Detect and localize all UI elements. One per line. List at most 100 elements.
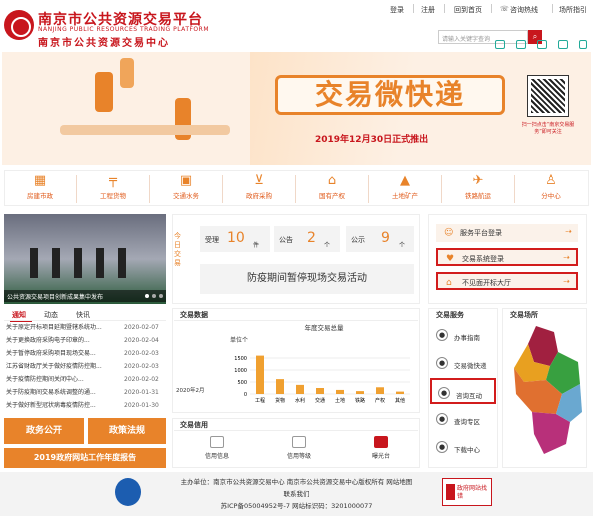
chat-icon: ● [438,387,450,399]
nav-login[interactable]: 登录 [390,5,404,15]
category-divider [295,175,296,203]
credit-info-link[interactable]: 信用信息 [190,436,244,460]
category-4[interactable]: ⊻ 政府采购 [227,172,291,205]
link-label: 服务平台登录 [460,229,502,237]
news-item[interactable]: 关于更换政府采购电子印章的... 2020-02-04 [6,336,168,346]
slide-caption[interactable]: 公共资源交易项目创新成果集中发布 [4,290,166,302]
news-date: 2020-02-02 [124,376,159,383]
nav-divider [552,4,553,13]
expand-icon[interactable] [516,40,526,49]
gov-site-error-badge[interactable]: 政府网站找错 [442,478,492,506]
slide-dot[interactable] [159,294,163,298]
stat-notice[interactable]: 公告 2 个 [274,226,340,252]
tab-notice[interactable]: 通知 [12,310,26,320]
chart-bar[interactable] [396,391,404,394]
chart-bar[interactable] [296,384,304,394]
chart-x-tick: 其他 [395,397,405,404]
crane-icon: ╤ [109,173,117,188]
nav-register[interactable]: 注册 [421,5,435,15]
chart-y-tick: 1500 [234,356,247,362]
category-5[interactable]: ⌂ 国有产权 [300,172,364,205]
news-item[interactable]: 关于做好新型冠状病毒疫情防控... 2020-01-30 [6,401,168,411]
category-6[interactable]: ▲ 土地矿产 [373,172,437,205]
stat-accepted[interactable]: 受理 10 件 [200,226,270,252]
places-heading: 交易场所 [510,311,538,319]
share-icon[interactable] [579,40,587,49]
banner-illustration-person [120,58,134,88]
nav-venue-guide[interactable]: 场所指引 [559,5,587,15]
link-label: 不见面开标大厅 [462,279,511,287]
category-divider [76,175,77,203]
service-download[interactable]: ● 下载中心 [430,434,496,460]
epidemic-notice[interactable]: 防疫期间暂停现场交易活动 [200,264,414,294]
qrcode-icon[interactable] [537,40,547,49]
news-item[interactable]: 江苏省财政厅关于做好疫情防控期... 2020-02-03 [6,362,168,372]
nav-hotline[interactable]: 咨询热线 [510,5,538,15]
chart-bar[interactable] [256,355,264,394]
app-icon[interactable] [558,40,568,49]
tab-news[interactable]: 动态 [44,310,58,320]
chart-bar[interactable] [336,389,344,394]
service-chat[interactable]: ● 咨询互动 [430,378,496,404]
chart-bar[interactable] [376,387,384,394]
banner-qr-text: 扫一扫点击“南京交易服务”即可关注 [521,122,575,135]
footer-icp: 苏ICP备05004952号-7 网站标识码：3201000077 [220,502,373,510]
category-3[interactable]: ▣ 交通水务 [154,172,218,205]
news-item[interactable]: 关于暂停政府采购项目现场交易... 2020-02-03 [6,349,168,359]
chart-bar[interactable] [356,391,364,394]
chart-bar[interactable] [276,379,284,394]
remote-bid-hall-button[interactable]: ⌂ 不见面开标大厅 ⇢ [436,272,578,290]
credit-level-link[interactable]: 信用等级 [272,436,326,460]
category-8[interactable]: ♙ 分中心 [519,172,583,205]
news-date: 2020-02-03 [124,350,159,357]
slide-dot[interactable] [152,294,156,298]
nanjing-map[interactable] [506,322,584,462]
today-trade-label: 今日交易 [174,232,181,267]
exposure-link[interactable]: 曝光台 [354,436,408,460]
news-item[interactable]: 关于防疫期间交易系统调整的通... 2020-01-31 [6,388,168,398]
policy-button[interactable]: 政策法规 [88,418,166,444]
service-guide[interactable]: ● 办事指南 [430,322,496,348]
news-item[interactable]: 关于原定开标项目延期暨辖系统功... 2020-02-07 [6,323,168,333]
chart-y-tick: 500 [237,380,247,386]
category-divider [368,175,369,203]
chart-x-tick: 货物 [275,397,285,404]
tab-flash[interactable]: 快讯 [76,310,90,320]
site-logo[interactable] [4,10,34,40]
news-item[interactable]: 关于疫情防控期间关闭中心... 2020-02-02 [6,375,168,385]
stat-unit: 个 [324,242,331,249]
search-input[interactable]: 请输入关键字查询 [438,30,528,44]
credit-heading: 交易信用 [180,421,208,429]
news-date: 2020-01-30 [124,402,159,409]
news-title: 关于原定开标项目延期暨辖系统功... [6,324,102,331]
service-platform-login-button[interactable]: ☺ 服务平台登录 ⇢ [436,224,578,242]
weibo-icon[interactable] [495,40,505,49]
news-date: 2020-02-03 [124,363,159,370]
category-2[interactable]: ╤ 工程货物 [81,172,145,205]
service-query[interactable]: ● 查询专区 [430,406,496,432]
mountain-icon: ▲ [400,173,410,188]
category-7[interactable]: ✈ 铁路航运 [446,172,510,205]
badge-label: 政府网站找错 [457,485,488,500]
download-icon: ● [436,441,448,453]
banner-illustration-person [95,72,113,112]
stat-label: 公告 [279,236,293,244]
service-express[interactable]: ● 交易微快递 [430,350,496,376]
stat-publicity[interactable]: 公示 9 个 [346,226,414,252]
footer-contact[interactable]: 联系我们 [0,488,593,498]
trade-system-login-button[interactable]: ♥ 交易系统登录 ⇢ [436,248,578,266]
nav-home[interactable]: 回到首页 [454,5,482,15]
link-label: 交易系统登录 [462,255,504,263]
chart-x-tick: 土地 [335,397,345,404]
stat-label: 公示 [351,236,365,244]
nav-divider [413,4,414,13]
news-title: 江苏省财政厅关于做好疫情防控期... [6,363,102,370]
plane-icon: ✈ [472,173,484,188]
chart-bar[interactable] [316,388,324,394]
bank-icon: ⌂ [327,173,337,188]
category-divider [441,175,442,203]
annual-report-button[interactable]: 2019政府网站工作年度报告 [4,448,166,468]
gov-open-button[interactable]: 政务公开 [4,418,84,444]
slide-dot[interactable] [145,294,149,298]
category-1[interactable]: ▦ 房建市政 [8,172,72,205]
